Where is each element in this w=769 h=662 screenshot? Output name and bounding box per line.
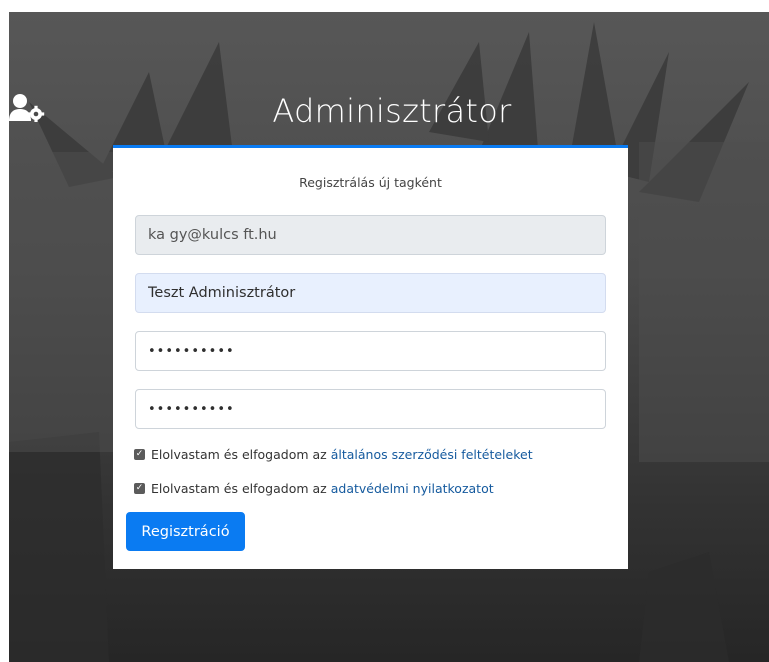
terms-label: Elolvastam és elfogadom az: [151, 447, 327, 462]
page-title: Adminisztrátor: [272, 92, 512, 130]
email-field[interactable]: [135, 215, 606, 255]
page-header: Adminisztrátor: [9, 92, 769, 130]
registration-card: Regisztrálás új tagként ✓ Elolvastam és …: [113, 145, 628, 569]
privacy-checkbox[interactable]: ✓: [134, 483, 145, 494]
terms-link[interactable]: általános szerződési feltételeket: [331, 447, 533, 462]
privacy-checkbox-row: ✓ Elolvastam és elfogadom az adatvédelmi…: [134, 481, 494, 496]
privacy-link[interactable]: adatvédelmi nyilatkozatot: [331, 481, 494, 496]
password-confirm-field[interactable]: [135, 389, 606, 429]
terms-checkbox[interactable]: ✓: [134, 449, 145, 460]
form-subtitle: Regisztrálás új tagként: [299, 175, 442, 190]
register-button[interactable]: Regisztráció: [126, 512, 245, 551]
terms-checkbox-row: ✓ Elolvastam és elfogadom az általános s…: [134, 447, 533, 462]
name-field[interactable]: [135, 273, 606, 313]
password-field[interactable]: [135, 331, 606, 371]
privacy-label: Elolvastam és elfogadom az: [151, 481, 327, 496]
